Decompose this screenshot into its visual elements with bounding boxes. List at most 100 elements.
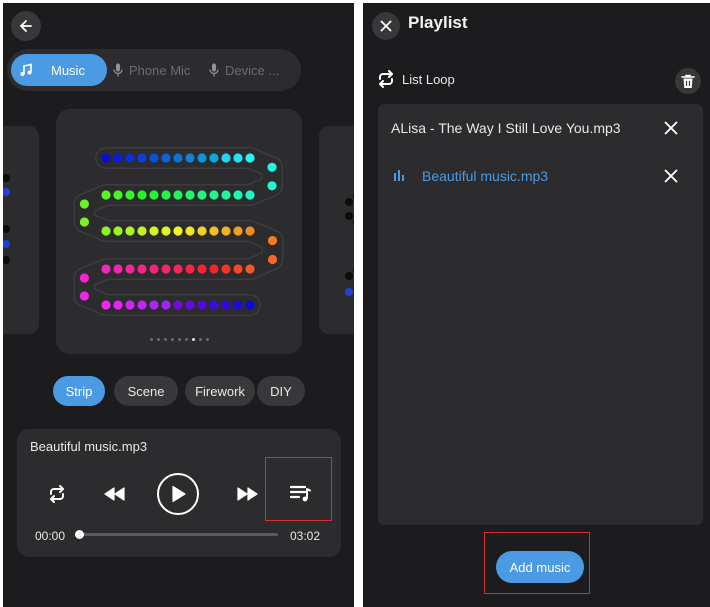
led-dot: [185, 226, 195, 236]
repeat-icon: [379, 70, 393, 88]
highlight-box: [484, 532, 590, 594]
led-dot: [161, 153, 171, 163]
led-dot: [79, 291, 89, 301]
page-dot: [198, 338, 202, 341]
source-tab-music[interactable]: Music: [11, 54, 107, 86]
led-dot: [221, 264, 231, 274]
led-dot: [267, 254, 278, 265]
led-dot: [197, 264, 207, 274]
led-dot: [149, 264, 159, 274]
led-dot: [125, 264, 135, 274]
led-dot: [161, 264, 171, 274]
page-dot: [163, 338, 167, 341]
led-dot: [185, 300, 195, 310]
led-dot: [233, 190, 243, 200]
repeat-icon: [50, 485, 64, 503]
led-dot: [149, 153, 159, 163]
led-dot: [233, 153, 243, 163]
source-tab-label: Music: [51, 62, 85, 78]
strip-preview-icon: [3, 174, 10, 264]
led-dot: [245, 264, 255, 274]
led-dot: [221, 300, 231, 310]
close-playlist-button[interactable]: [372, 12, 400, 40]
page-dot: [149, 338, 153, 341]
clear-playlist-button[interactable]: [675, 68, 701, 94]
play-pause-button[interactable]: [157, 473, 199, 515]
led-dot: [221, 190, 231, 200]
mode-tab-scene[interactable]: Scene: [114, 376, 178, 406]
playlist-list: ALisa - The Way I Still Love You.mp3 Bea…: [378, 104, 703, 525]
led-dot: [113, 300, 123, 310]
source-tab-label: Device ...: [225, 62, 280, 78]
previous-track-button[interactable]: [101, 483, 127, 505]
back-arrow-icon: [20, 20, 32, 32]
source-tab-phone-mic[interactable]: Phone Mic: [113, 54, 190, 86]
led-dot: [125, 226, 135, 236]
led-dot: [267, 162, 277, 172]
mode-tab-firework[interactable]: Firework: [185, 376, 255, 406]
led-dot: [137, 264, 147, 274]
led-dot: [209, 300, 219, 310]
effect-card-next[interactable]: [319, 126, 354, 334]
led-dot: [137, 153, 147, 163]
close-icon: [664, 121, 678, 135]
close-icon: [664, 169, 678, 183]
led-dot: [149, 190, 159, 200]
led-dot: [173, 190, 183, 200]
led-dot: [101, 190, 111, 200]
led-dot: [149, 300, 159, 310]
page-dot: [156, 338, 160, 341]
highlight-box: [265, 457, 332, 521]
led-dot: [125, 300, 135, 310]
play-icon: [172, 485, 186, 503]
led-dot: [233, 226, 243, 236]
led-dot: [185, 264, 195, 274]
led-dot: [245, 190, 255, 200]
trash-icon: [681, 74, 695, 88]
led-dot: [161, 226, 171, 236]
led-dot: [101, 264, 111, 274]
mode-tab-strip[interactable]: Strip: [53, 376, 105, 406]
playlist-screen: Playlist List Loop ALisa - The Way I Sti…: [363, 3, 710, 607]
audio-source-selector: Music Phone Mic Device ...: [7, 49, 301, 91]
remove-track-button[interactable]: [662, 167, 680, 185]
source-tab-device[interactable]: Device ...: [209, 54, 279, 86]
led-dot: [221, 153, 231, 163]
led-dot: [197, 300, 207, 310]
led-dot: [101, 226, 111, 236]
progress-slider[interactable]: [75, 530, 278, 539]
led-dot: [79, 273, 89, 283]
led-dot: [233, 264, 243, 274]
led-dot: [161, 190, 171, 200]
carousel-page-indicator: [56, 338, 302, 341]
page-dot: [170, 338, 174, 341]
light-strip-music-screen: Music Phone Mic Device ... Strip Scene F…: [3, 3, 354, 607]
next-track-button[interactable]: [235, 483, 261, 505]
led-dot: [185, 190, 195, 200]
playlist-item[interactable]: ALisa - The Way I Still Love You.mp3: [378, 108, 703, 148]
led-dot: [173, 300, 183, 310]
led-dot: [79, 217, 89, 227]
playlist-item-name: Beautiful music.mp3: [422, 168, 549, 184]
led-dot: [209, 153, 219, 163]
led-dot: [245, 153, 255, 163]
effect-card-previous[interactable]: [3, 126, 39, 334]
progress-knob[interactable]: [75, 530, 84, 539]
mode-tab-diy[interactable]: DIY: [257, 376, 305, 406]
repeat-mode-button[interactable]: [45, 482, 69, 506]
music-player: Beautiful music.mp3 00:00 03:02: [17, 429, 341, 557]
remove-track-button[interactable]: [662, 119, 680, 137]
led-dot: [197, 226, 207, 236]
effect-card-current[interactable]: [56, 109, 302, 354]
led-dot: [173, 226, 183, 236]
playlist-item-current[interactable]: Beautiful music.mp3: [378, 156, 703, 196]
led-dot: [209, 190, 219, 200]
led-dot: [221, 226, 231, 236]
led-dot: [125, 153, 135, 163]
led-dot: [173, 264, 183, 274]
led-dot: [125, 190, 135, 200]
led-dot: [137, 190, 147, 200]
loop-mode-toggle[interactable]: List Loop: [376, 69, 455, 89]
back-button[interactable]: [11, 11, 41, 41]
led-dot: [137, 300, 147, 310]
